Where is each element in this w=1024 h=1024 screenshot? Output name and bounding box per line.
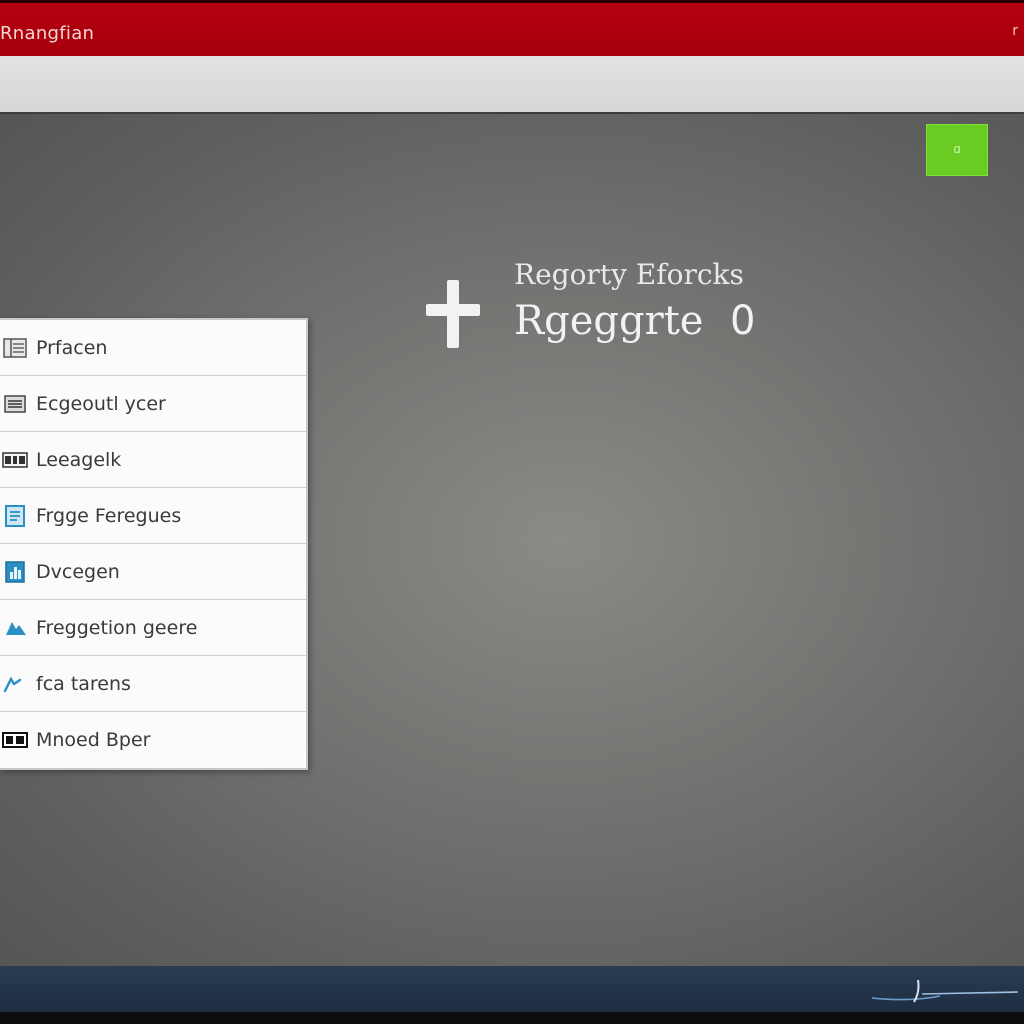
menu-item[interactable]: Frgge Feregues	[0, 488, 306, 544]
menu-item-label: Frgge Feregues	[36, 504, 182, 527]
toolbar	[0, 56, 1024, 114]
menu-item[interactable]: Leeagelk	[0, 432, 306, 488]
titlebar-mark: r	[1012, 23, 1018, 39]
menu-item-label: Leeagelk	[36, 448, 122, 471]
list-icon	[2, 393, 28, 415]
menu-item-label: Prfacen	[36, 336, 108, 359]
taskbar	[0, 966, 1024, 1012]
hero-count: 0	[730, 298, 756, 344]
hero-title: Rgeggrte	[514, 298, 704, 344]
cloud-icon	[2, 617, 28, 639]
menu-item-label: fca tarens	[36, 672, 131, 695]
app-title: Rnangfian	[0, 23, 95, 44]
hero-subtitle: Regorty Eforcks	[514, 258, 744, 291]
menu-item[interactable]: Mnoed Bper	[0, 712, 306, 768]
menu-item-label: Ecgeoutl ycer	[36, 392, 166, 415]
menu-item-label: Mnoed Bper	[36, 729, 151, 751]
corner-action-button[interactable]: ɑ	[926, 124, 988, 176]
swoosh-icon	[871, 979, 1019, 1003]
menu-item-label: Dvcegen	[36, 560, 120, 583]
grid-doc-icon	[2, 337, 28, 359]
code-box-icon	[2, 449, 28, 471]
menu-item[interactable]: Prfacen	[0, 320, 306, 376]
title-bar: Rnangfian r	[0, 0, 1024, 56]
side-menu: Prfacen Ecgeoutl ycer Leeagelk Frgge Fer…	[0, 318, 308, 770]
pen-icon	[2, 673, 28, 695]
menu-item[interactable]: Dvcegen	[0, 544, 306, 600]
keyboard-icon	[2, 729, 28, 751]
app-window: Rnangfian r ɑ Regorty Eforcks Rgeggrte 0	[0, 0, 1024, 1012]
menu-item[interactable]: Freggetion geere	[0, 600, 306, 656]
menu-item[interactable]: fca tarens	[0, 656, 306, 712]
document-icon	[2, 504, 28, 527]
menu-item[interactable]: Ecgeoutl ycer	[0, 376, 306, 432]
menu-item-label: Freggetion geere	[36, 616, 198, 639]
workspace: ɑ Regorty Eforcks Rgeggrte 0 Prfacen Ecg…	[0, 114, 1024, 966]
chart-doc-icon	[2, 560, 28, 583]
add-button[interactable]	[420, 272, 486, 354]
